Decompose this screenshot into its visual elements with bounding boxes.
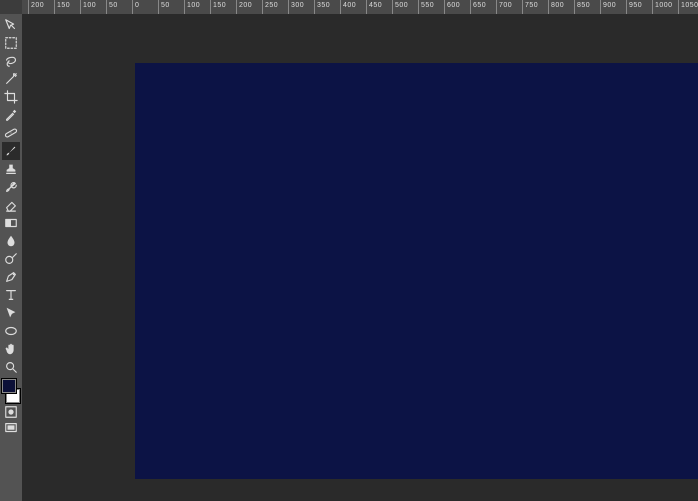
ruler-tick: 700 xyxy=(496,0,497,14)
ruler-tick: 300 xyxy=(288,0,289,14)
move-tool[interactable] xyxy=(2,16,20,34)
ruler-tick: 100 xyxy=(80,0,81,14)
ruler-tick: 0 xyxy=(132,0,133,14)
hand-tool[interactable] xyxy=(2,340,20,358)
ruler-tick: 600 xyxy=(444,0,445,14)
ruler-tick: 800 xyxy=(548,0,549,14)
workspace-area xyxy=(22,14,698,501)
foreground-color-swatch[interactable] xyxy=(1,378,17,394)
gradient-tool[interactable] xyxy=(2,214,20,232)
pathselect-icon xyxy=(4,306,18,320)
zoom-tool[interactable] xyxy=(2,358,20,376)
historybrush-icon xyxy=(4,180,18,194)
eyedropper-tool[interactable] xyxy=(2,106,20,124)
healing-tool[interactable] xyxy=(2,124,20,142)
ruler-tick: 150 xyxy=(210,0,211,14)
horizontal-ruler: 2502001501005005010015020025030035040045… xyxy=(22,0,698,15)
ruler-tick: 250 xyxy=(262,0,263,14)
wand-icon xyxy=(4,72,18,86)
ruler-tick: 400 xyxy=(340,0,341,14)
gradient-icon xyxy=(4,216,18,230)
marquee-icon xyxy=(4,36,18,50)
ruler-tick: 50 xyxy=(106,0,107,14)
ellipse-icon xyxy=(4,324,18,338)
quickmask-icon xyxy=(4,405,18,419)
pen-icon xyxy=(4,270,18,284)
ruler-tick: 200 xyxy=(28,0,29,14)
type-tool[interactable] xyxy=(2,286,20,304)
pen-tool[interactable] xyxy=(2,268,20,286)
brush-tool[interactable] xyxy=(2,142,20,160)
dodge-tool[interactable] xyxy=(2,250,20,268)
ruler-tick: 750 xyxy=(522,0,523,14)
stamp-icon xyxy=(4,162,18,176)
ruler-tick: 350 xyxy=(314,0,315,14)
ruler-origin-corner xyxy=(0,0,23,15)
screenmode-toggle[interactable] xyxy=(2,420,20,436)
ruler-tick: 450 xyxy=(366,0,367,14)
screenmode-icon xyxy=(4,421,18,435)
eyedropper-icon xyxy=(4,108,18,122)
ruler-tick: 1050 xyxy=(678,0,679,14)
crop-icon xyxy=(4,90,18,104)
wand-tool[interactable] xyxy=(2,70,20,88)
ruler-tick: 950 xyxy=(626,0,627,14)
ruler-tick: 100 xyxy=(184,0,185,14)
marquee-tool[interactable] xyxy=(2,34,20,52)
hand-icon xyxy=(4,342,18,356)
clone-stamp-tool[interactable] xyxy=(2,160,20,178)
eraser-icon xyxy=(4,198,18,212)
ruler-tick: 850 xyxy=(574,0,575,14)
ruler-tick: 550 xyxy=(418,0,419,14)
path-select-tool[interactable] xyxy=(2,304,20,322)
lasso-icon xyxy=(4,54,18,68)
blur-tool[interactable] xyxy=(2,232,20,250)
ruler-tick: 650 xyxy=(470,0,471,14)
lasso-tool[interactable] xyxy=(2,52,20,70)
type-icon xyxy=(4,288,18,302)
ruler-tick: 200 xyxy=(236,0,237,14)
eraser-tool[interactable] xyxy=(2,196,20,214)
ruler-tick: 150 xyxy=(54,0,55,14)
crop-tool[interactable] xyxy=(2,88,20,106)
quickmask-toggle[interactable] xyxy=(2,404,20,420)
tools-panel xyxy=(0,14,23,501)
document-canvas[interactable] xyxy=(135,63,698,479)
ruler-tick: 900 xyxy=(600,0,601,14)
bandage-icon xyxy=(4,126,18,140)
ruler-tick: 1000 xyxy=(652,0,653,14)
color-swatches[interactable] xyxy=(1,378,21,404)
move-icon xyxy=(4,18,18,32)
drop-icon xyxy=(4,234,18,248)
brush-icon xyxy=(4,144,18,158)
dodge-icon xyxy=(4,252,18,266)
history-brush-tool[interactable] xyxy=(2,178,20,196)
ruler-tick: 50 xyxy=(158,0,159,14)
ruler-tick: 500 xyxy=(392,0,393,14)
zoom-icon xyxy=(4,360,18,374)
shape-tool[interactable] xyxy=(2,322,20,340)
